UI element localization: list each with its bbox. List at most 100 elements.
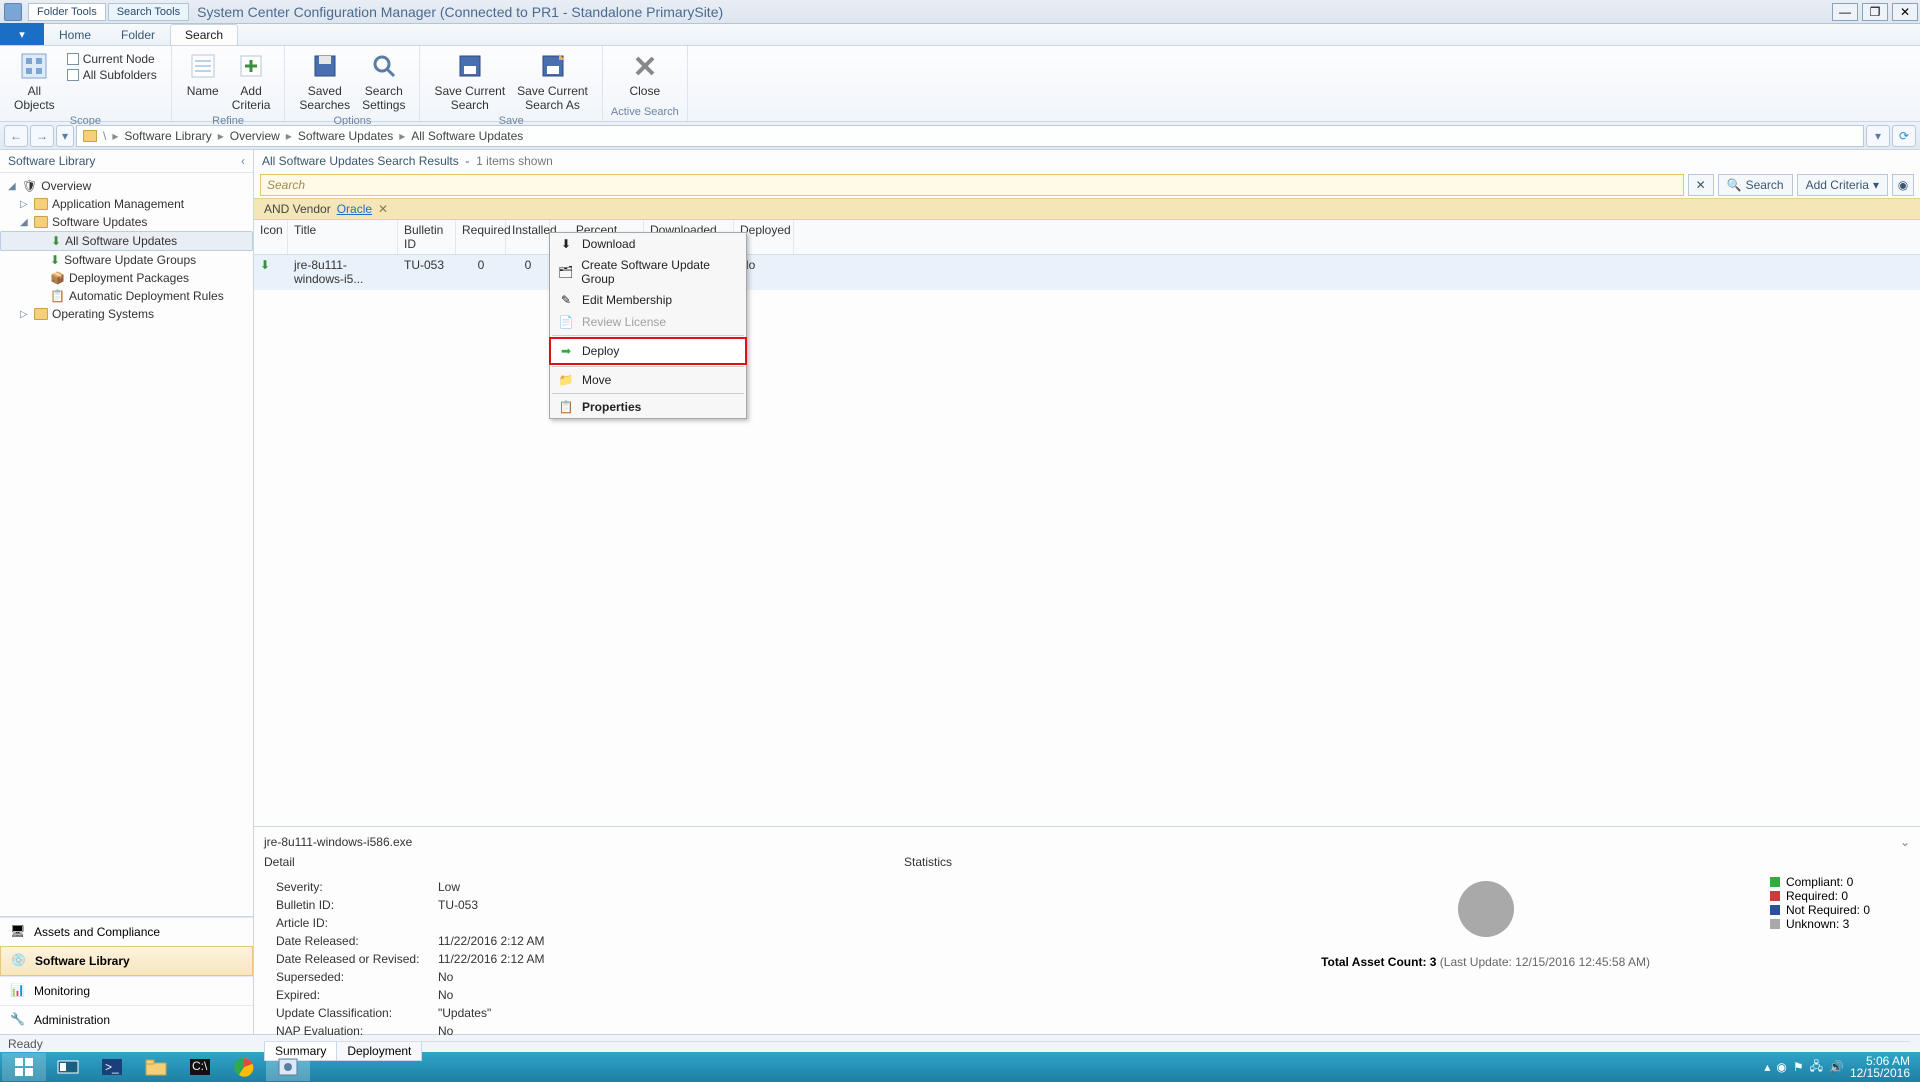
tree-software-updates[interactable]: ◢Software Updates bbox=[0, 213, 253, 231]
taskbar-powershell[interactable]: >_ bbox=[90, 1053, 134, 1081]
search-button[interactable]: 🔍Search bbox=[1718, 174, 1793, 196]
context-menu: ⬇Download 🗂Create Software Update Group … bbox=[549, 232, 747, 419]
col-icon[interactable]: Icon bbox=[254, 220, 288, 254]
checkbox-icon bbox=[67, 69, 79, 81]
ctx-download[interactable]: ⬇Download bbox=[550, 233, 746, 255]
tab-search[interactable]: Search bbox=[170, 24, 238, 45]
save-current-search-as-button[interactable]: Save Current Search As bbox=[511, 48, 594, 114]
nav-back-button[interactable]: ← bbox=[4, 125, 28, 147]
wunderbar-administration[interactable]: 🔧Administration bbox=[0, 1005, 253, 1034]
total-asset-count: Total Asset Count: 3 bbox=[1321, 955, 1436, 969]
minimize-button[interactable]: — bbox=[1832, 3, 1858, 21]
tree-overview[interactable]: ◢🛡Overview bbox=[0, 177, 253, 195]
clear-search-button[interactable]: ✕ bbox=[1688, 174, 1714, 196]
wunderbar-assets[interactable]: 🖥Assets and Compliance bbox=[0, 917, 253, 946]
taskbar-clock[interactable]: 5:06 AM 12/15/2016 bbox=[1850, 1055, 1910, 1079]
add-criteria-button[interactable]: Add Criteria bbox=[226, 48, 277, 114]
current-node-option[interactable]: Current Node bbox=[67, 52, 157, 66]
ctx-move[interactable]: 📁Move bbox=[550, 369, 746, 391]
grid-header: Icon Title Bulletin ID Required Installe… bbox=[254, 220, 1920, 255]
wunderbar: 🖥Assets and Compliance 💿Software Library… bbox=[0, 916, 253, 1034]
breadcrumb-software-updates[interactable]: Software Updates bbox=[298, 129, 393, 143]
search-settings-button[interactable]: Search Settings bbox=[356, 48, 411, 114]
breadcrumb-root[interactable]: Software Library bbox=[124, 129, 211, 143]
tree-automatic-deployment-rules[interactable]: 📋Automatic Deployment Rules bbox=[0, 287, 253, 305]
rules-icon: 📋 bbox=[50, 289, 65, 303]
close-search-button[interactable]: Close bbox=[622, 48, 668, 100]
nav-forward-button[interactable]: → bbox=[30, 125, 54, 147]
ribbon-tabs: ▾ Home Folder Search bbox=[0, 24, 1920, 46]
app-icon bbox=[4, 3, 22, 21]
ctx-deploy[interactable]: ➡Deploy bbox=[549, 337, 747, 365]
all-subfolders-option[interactable]: All Subfolders bbox=[67, 68, 157, 82]
ctx-create-software-update-group[interactable]: 🗂Create Software Update Group bbox=[550, 255, 746, 289]
grid-row[interactable]: ⬇ jre-8u111-windows-i5... TU-053 0 0 0 N… bbox=[254, 255, 1920, 290]
all-objects-button[interactable]: All Objects bbox=[8, 48, 61, 114]
col-title[interactable]: Title bbox=[288, 220, 398, 254]
search-input[interactable]: Search bbox=[260, 174, 1684, 196]
navigation-bar: ← → ▾ \▸ Software Library▸ Overview▸ Sof… bbox=[0, 122, 1920, 150]
maximize-button[interactable]: ❐ bbox=[1862, 3, 1888, 21]
wunderbar-monitoring[interactable]: 📊Monitoring bbox=[0, 976, 253, 1005]
tree-deployment-packages[interactable]: 📦Deployment Packages bbox=[0, 269, 253, 287]
folder-icon bbox=[34, 216, 48, 228]
criteria-label: AND Vendor bbox=[264, 202, 331, 216]
criteria-value-link[interactable]: Oracle bbox=[337, 202, 372, 216]
collapse-pane-button[interactable]: ‹ bbox=[241, 154, 245, 168]
nav-dropdown-button[interactable]: ▾ bbox=[1866, 125, 1890, 147]
tray-up-icon[interactable]: ▴ bbox=[1764, 1060, 1770, 1074]
file-menu-button[interactable]: ▾ bbox=[0, 23, 44, 45]
tray-sound-icon[interactable]: 🔊 bbox=[1829, 1060, 1844, 1074]
titlebar: Folder Tools Search Tools System Center … bbox=[0, 0, 1920, 24]
tree-application-management[interactable]: ▷Application Management bbox=[0, 195, 253, 213]
tray-network-icon[interactable]: 🖧 bbox=[1810, 1057, 1823, 1078]
last-update-text: (Last Update: 12/15/2016 12:45:58 AM) bbox=[1440, 955, 1650, 969]
nav-history-button[interactable]: ▾ bbox=[56, 125, 74, 147]
download-icon: ⬇ bbox=[558, 236, 574, 252]
ctx-properties[interactable]: 📋Properties bbox=[550, 396, 746, 418]
save-current-search-button[interactable]: Save Current Search bbox=[428, 48, 511, 114]
properties-icon: 📋 bbox=[558, 399, 574, 415]
nav-refresh-button[interactable]: ⟳ bbox=[1892, 125, 1916, 147]
tree-all-software-updates[interactable]: ⬇All Software Updates bbox=[0, 231, 253, 251]
all-objects-icon bbox=[18, 50, 50, 82]
details-collapse-button[interactable]: ⌄ bbox=[1900, 835, 1910, 849]
col-bulletin-id[interactable]: Bulletin ID bbox=[398, 220, 456, 254]
statistics-section-header: Statistics bbox=[904, 855, 1910, 869]
taskbar-sccm[interactable] bbox=[266, 1053, 310, 1081]
criteria-remove-button[interactable]: ✕ bbox=[378, 202, 388, 216]
home-icon[interactable] bbox=[83, 130, 97, 142]
breadcrumb-all-software-updates[interactable]: All Software Updates bbox=[411, 129, 523, 143]
results-header: All Software Updates Search Results - 1 … bbox=[254, 150, 1920, 172]
taskbar-cmd[interactable]: C:\ bbox=[178, 1053, 222, 1081]
saved-searches-icon bbox=[309, 50, 341, 82]
name-button[interactable]: Name bbox=[180, 48, 226, 100]
col-required[interactable]: Required bbox=[456, 220, 506, 254]
breadcrumb-overview[interactable]: Overview bbox=[230, 129, 280, 143]
close-window-button[interactable]: ✕ bbox=[1892, 3, 1918, 21]
tray-flag-icon[interactable]: ⚑ bbox=[1793, 1060, 1804, 1074]
tray-security-icon[interactable]: ◉ bbox=[1776, 1060, 1786, 1074]
wunderbar-software-library[interactable]: 💿Software Library bbox=[0, 946, 253, 976]
context-tab-search-tools[interactable]: Search Tools bbox=[108, 3, 189, 21]
saved-searches-button[interactable]: Saved Searches bbox=[293, 48, 356, 114]
tree-operating-systems[interactable]: ▷Operating Systems bbox=[0, 305, 253, 323]
tab-deployment[interactable]: Deployment bbox=[336, 1042, 422, 1061]
svg-text:C:\: C:\ bbox=[192, 1059, 208, 1073]
context-tab-folder-tools[interactable]: Folder Tools bbox=[28, 3, 106, 21]
update-groups-icon: ⬇ bbox=[50, 253, 60, 267]
breadcrumb[interactable]: \▸ Software Library▸ Overview▸ Software … bbox=[76, 125, 1864, 147]
tab-home[interactable]: Home bbox=[44, 24, 106, 45]
col-installed[interactable]: Installed bbox=[506, 220, 550, 254]
start-button[interactable] bbox=[2, 1053, 46, 1081]
tree-software-update-groups[interactable]: ⬇Software Update Groups bbox=[0, 251, 253, 269]
taskbar-server-manager[interactable] bbox=[46, 1053, 90, 1081]
ctx-edit-membership[interactable]: ✎Edit Membership bbox=[550, 289, 746, 311]
taskbar-explorer[interactable] bbox=[134, 1053, 178, 1081]
add-criteria-dropdown[interactable]: Add Criteria▾ bbox=[1797, 174, 1888, 196]
search-options-button[interactable]: ◉ bbox=[1892, 174, 1914, 196]
system-tray[interactable]: ▴ ◉ ⚑ 🖧 🔊 5:06 AM 12/15/2016 bbox=[1764, 1055, 1918, 1079]
search-settings-icon bbox=[368, 50, 400, 82]
tab-folder[interactable]: Folder bbox=[106, 24, 170, 45]
taskbar-chrome[interactable] bbox=[222, 1053, 266, 1081]
